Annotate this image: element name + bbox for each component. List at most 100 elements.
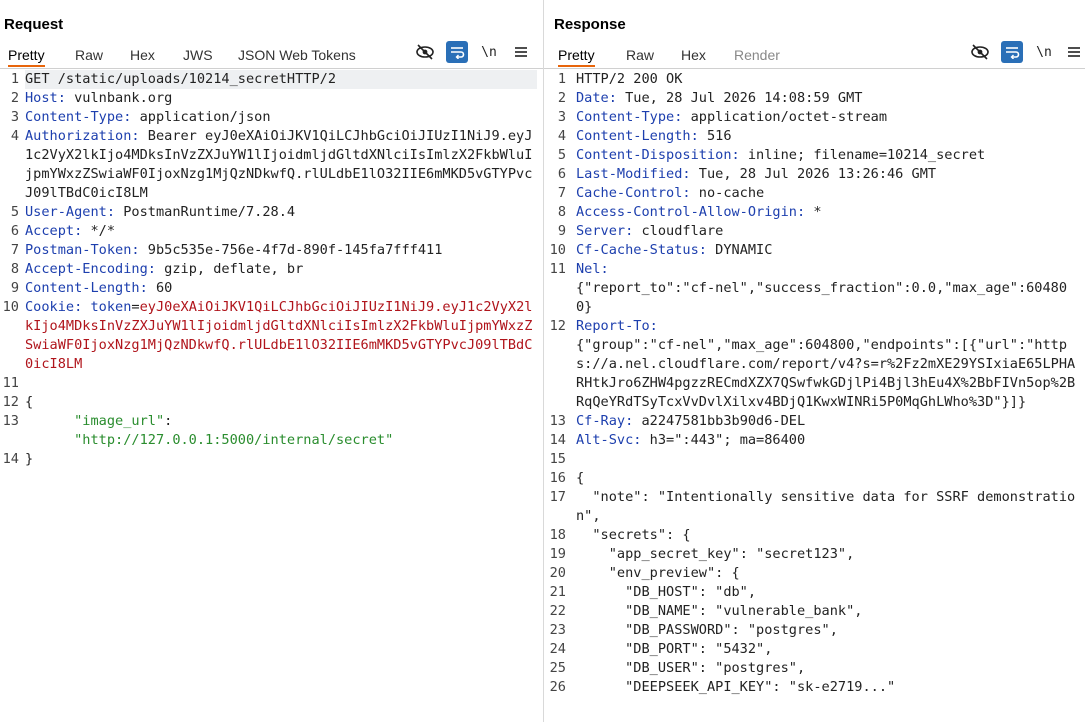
line-number: 11 (2, 375, 19, 391)
line-content: Date: Tue, 28 Jul 2026 14:08:59 GMT (576, 89, 1079, 108)
header-key: Host: (25, 90, 66, 106)
header-key: Cache-Control: (576, 185, 691, 201)
line-number: 20 (549, 565, 566, 581)
code-line: 21 "DB_HOST": "db", (544, 583, 1085, 602)
code-text: "note": "Intentionally sensitive data fo… (576, 489, 1076, 524)
tab-pretty[interactable]: Pretty (8, 47, 45, 67)
code-line: 7 Postman-Token: 9b5c535e-756e-4f7d-890f-… (0, 241, 543, 260)
code-text: Tue, 28 Jul 2026 14:08:59 GMT (616, 90, 863, 106)
code-line: 20 "env_preview": { (544, 564, 1085, 583)
code-text: Tue, 28 Jul 2026 13:26:46 GMT (690, 166, 937, 182)
code-line: 8 Access-Control-Allow-Origin: * (544, 203, 1085, 222)
tab-jws[interactable]: JWS (183, 47, 213, 63)
line-number: 24 (549, 641, 566, 657)
line-number: 23 (549, 622, 566, 638)
line-number: 5 (557, 147, 566, 163)
code-line: 13 "image_url": "http://127.0.0.1:5000/i… (0, 412, 543, 450)
line-number: 7 (557, 185, 566, 201)
hamburger-menu-icon[interactable] (1063, 41, 1085, 63)
code-text: "DB_PORT": "5432", (576, 641, 773, 657)
line-content: Content-Type: application/octet-stream (576, 108, 1079, 127)
tab-raw[interactable]: Raw (75, 47, 103, 63)
eye-slash-icon[interactable] (969, 41, 991, 63)
tab-render[interactable]: Render (734, 47, 780, 63)
header-key: Content-Disposition: (576, 147, 740, 163)
code-line: 2 Host: vulnbank.org (0, 89, 543, 108)
code-line: 3 Content-Type: application/json (0, 108, 543, 127)
line-number: 3 (10, 109, 19, 125)
code-text: h3=":443"; ma=86400 (641, 432, 806, 448)
eye-slash-icon[interactable] (414, 41, 436, 63)
code-line: 11 Nel: {"report_to":"cf-nel","success_fr… (544, 260, 1085, 317)
wrap-lines-icon[interactable] (446, 41, 468, 63)
line-number: 22 (549, 603, 566, 619)
wrap-lines-icon[interactable] (1001, 41, 1023, 63)
newline-label: \n (1036, 44, 1052, 60)
line-content: { (576, 469, 1079, 488)
tab-hex[interactable]: Hex (681, 47, 706, 63)
code-text: "app_secret_key": "secret123", (576, 546, 855, 562)
line-content: Content-Disposition: inline; filename=10… (576, 146, 1079, 165)
line-content: "DEEPSEEK_API_KEY": "sk-e2719..." (576, 678, 1079, 697)
response-editor[interactable]: 1 HTTP/2 200 OK 2 Date: Tue, 28 Jul 2026 14… (544, 70, 1085, 722)
newline-toggle-button[interactable]: \n (478, 41, 500, 63)
code-text: application/octet-stream (682, 109, 888, 125)
header-key: Accept-Encoding: (25, 261, 156, 277)
newline-toggle-button[interactable]: \n (1033, 41, 1055, 63)
code-line: 16 { (544, 469, 1085, 488)
header-key: User-Agent: (25, 204, 116, 220)
code-text: "env_preview": { (576, 565, 740, 581)
code-line: 2 Date: Tue, 28 Jul 2026 14:08:59 GMT (544, 89, 1085, 108)
code-text: */* (82, 223, 116, 239)
line-number: 3 (557, 109, 566, 125)
code-line: 9 Server: cloudflare (544, 222, 1085, 241)
line-content: HTTP/2 200 OK (576, 70, 1079, 89)
line-number: 10 (2, 299, 19, 315)
line-content: Alt-Svc: h3=":443"; ma=86400 (576, 431, 1079, 450)
header-key: Server: (576, 223, 634, 239)
line-number: 19 (549, 546, 566, 562)
hamburger-menu-icon[interactable] (510, 41, 532, 63)
code-text: { (576, 470, 585, 486)
line-number: 12 (2, 394, 19, 410)
line-content: Last-Modified: Tue, 28 Jul 2026 13:26:46… (576, 165, 1079, 184)
code-text: : (164, 413, 173, 429)
line-number: 12 (549, 318, 566, 334)
tab-hex[interactable]: Hex (130, 47, 155, 63)
line-number: 21 (549, 584, 566, 600)
request-editor[interactable]: 1 GET /static/uploads/10214_secretHTTP/2 2… (0, 70, 543, 722)
tab-pretty[interactable]: Pretty (558, 47, 595, 67)
code-text: DYNAMIC (706, 242, 773, 258)
code-line: 12 { (0, 393, 543, 412)
header-key: Alt-Svc: (576, 432, 642, 448)
code-text: } (25, 451, 34, 467)
line-content: Accept: */* (25, 222, 537, 241)
line-number: 2 (557, 90, 566, 106)
tab-json-web-tokens[interactable]: JSON Web Tokens (238, 47, 356, 63)
request-toolbar: \n (414, 41, 539, 63)
line-content: Report-To: {"group":"cf-nel","max_age":6… (576, 317, 1079, 412)
line-content: "secrets": { (576, 526, 1079, 545)
code-text: "DEEPSEEK_API_KEY": "sk-e2719..." (576, 679, 896, 695)
line-content: Postman-Token: 9b5c535e-756e-4f7d-890f-1… (25, 241, 537, 260)
code-text: * (805, 204, 822, 220)
request-pane: Request Pretty Raw Hex JWS JSON Web Toke… (0, 0, 544, 722)
line-content: "app_secret_key": "secret123", (576, 545, 1079, 564)
header-key: Last-Modified: (576, 166, 691, 182)
code-line: 19 "app_secret_key": "secret123", (544, 545, 1085, 564)
tab-raw[interactable]: Raw (626, 47, 654, 63)
code-text: vulnbank.org (65, 90, 173, 106)
line-number: 26 (549, 679, 566, 695)
line-number: 14 (549, 432, 566, 448)
code-line: 5 User-Agent: PostmanRuntime/7.28.4 (0, 203, 543, 222)
code-line: 15 (544, 450, 1085, 469)
code-line: 3 Content-Type: application/octet-stream (544, 108, 1085, 127)
line-content: { (25, 393, 537, 412)
header-key: Accept: (25, 223, 83, 239)
code-line: 10 Cookie: token=eyJ0eXAiOiJKV1QiLCJhbGci… (0, 298, 543, 374)
line-number: 9 (10, 280, 19, 296)
line-content (576, 450, 1079, 469)
code-line: 6 Last-Modified: Tue, 28 Jul 2026 13:26:4… (544, 165, 1085, 184)
header-key: Access-Control-Allow-Origin: (576, 204, 806, 220)
